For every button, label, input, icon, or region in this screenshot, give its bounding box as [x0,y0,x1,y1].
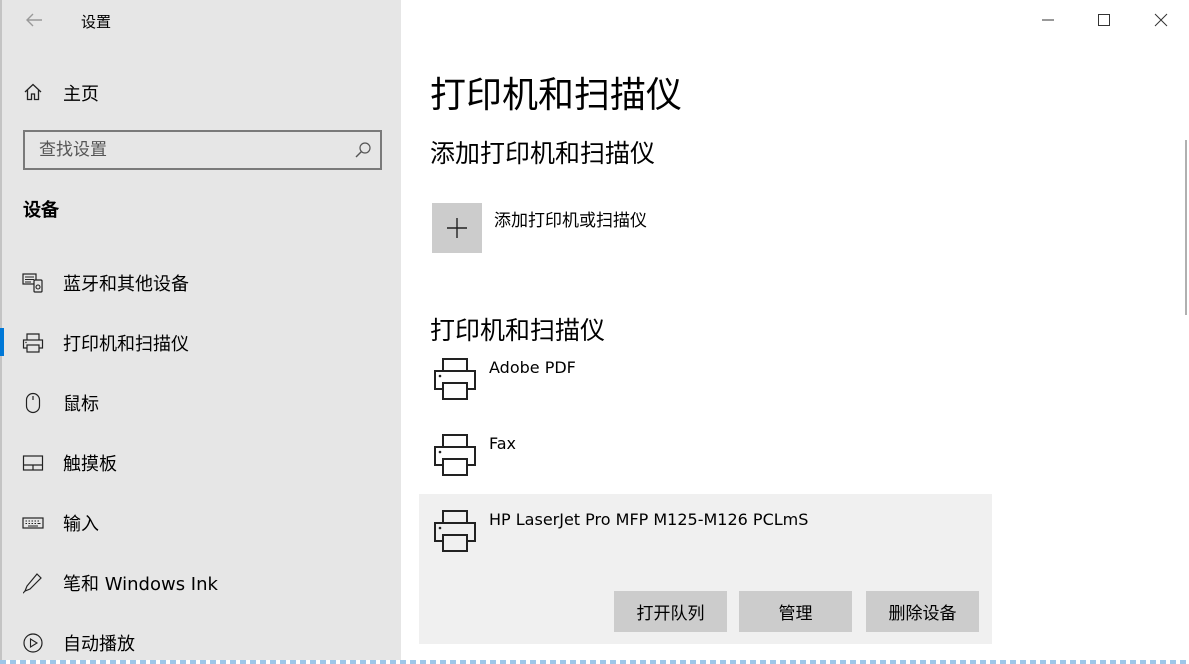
sidebar-item-printers[interactable]: 打印机和扫描仪 [0,322,403,362]
keyboard-icon [22,517,44,529]
sidebar: 设置 主页 设备 蓝牙和其他设备 打印机和扫描仪 [0,0,401,664]
sidebar-item-pen[interactable]: 笔和 Windows Ink [2,562,403,602]
device-name: Adobe PDF [489,358,576,377]
window-bottom-edge [0,660,1189,664]
minimize-icon [1042,19,1054,21]
sidebar-item-autoplay[interactable]: 自动播放 [2,622,403,662]
home-icon [24,83,42,101]
sidebar-item-label: 自动播放 [63,634,135,655]
close-icon [1154,13,1168,27]
search-box[interactable] [23,130,382,170]
sidebar-item-bluetooth[interactable]: 蓝牙和其他设备 [2,262,403,302]
sidebar-item-label: 打印机和扫描仪 [63,334,189,355]
maximize-button[interactable] [1076,0,1132,40]
window-title: 设置 [81,13,112,31]
device-name: HP LaserJet Pro MFP M125-M126 PCLmS [489,510,809,529]
pen-icon [22,573,42,594]
manage-button[interactable]: 管理 [739,591,852,632]
bluetooth-devices-icon [22,273,43,293]
sidebar-item-label: 笔和 Windows Ink [63,574,218,595]
close-button[interactable] [1133,0,1189,40]
search-input[interactable] [25,132,359,168]
device-name: Fax [489,434,517,453]
printers-section-heading: 打印机和扫描仪 [430,316,606,345]
minimize-button[interactable] [1020,0,1076,40]
device-item-fax[interactable]: Fax [419,426,992,496]
back-arrow-icon [26,13,42,27]
device-item-adobe-pdf[interactable]: Adobe PDF [419,350,992,420]
page-title: 打印机和扫描仪 [430,75,683,116]
sidebar-item-label: 输入 [63,514,99,535]
sidebar-item-label: 触摸板 [63,454,117,475]
printer-icon [434,510,476,552]
sidebar-item-home[interactable]: 主页 [2,76,403,108]
sidebar-item-label: 主页 [63,84,99,105]
mouse-icon [25,392,41,414]
add-printer-label[interactable]: 添加打印机或扫描仪 [494,206,647,231]
autoplay-icon [23,633,43,653]
sidebar-item-label: 蓝牙和其他设备 [63,274,189,295]
add-printer-button[interactable] [432,203,482,253]
add-section-heading: 添加打印机和扫描仪 [430,139,656,168]
printer-icon [434,434,476,476]
open-queue-button[interactable]: 打开队列 [614,591,727,632]
sidebar-item-touchpad[interactable]: 触摸板 [2,442,403,482]
section-heading: 设备 [23,200,59,221]
touchpad-icon [22,455,44,471]
sidebar-item-mouse[interactable]: 鼠标 [2,382,403,422]
remove-device-button[interactable]: 删除设备 [866,591,979,632]
active-indicator [0,328,4,356]
search-icon[interactable] [354,141,372,159]
sidebar-item-typing[interactable]: 输入 [2,502,403,542]
back-button[interactable] [22,8,46,32]
sidebar-item-label: 鼠标 [63,394,99,415]
printer-icon [434,358,476,400]
scrollbar[interactable] [1185,140,1187,315]
maximize-icon [1098,14,1110,26]
plus-icon [447,218,467,238]
printer-icon [22,333,44,353]
